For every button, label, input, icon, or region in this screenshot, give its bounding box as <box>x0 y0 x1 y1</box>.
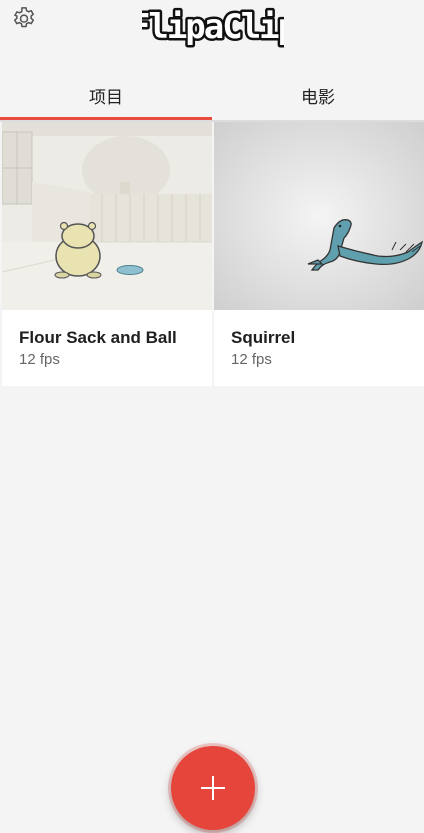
settings-button[interactable] <box>8 4 40 34</box>
plus-icon <box>201 776 225 800</box>
project-grid: Flour Sack and Ball 12 fps Squirrel 12 f… <box>2 122 424 386</box>
app-screen: FlipaClip 项目 电影 <box>0 0 424 833</box>
tab-movies[interactable]: 电影 <box>212 68 424 122</box>
project-thumbnail <box>214 122 424 310</box>
project-card[interactable]: Squirrel 12 fps <box>214 122 424 386</box>
svg-text:FlipaClip: FlipaClip <box>142 7 284 47</box>
flipaclip-logo: FlipaClip <box>142 5 284 50</box>
gear-icon <box>13 7 35 28</box>
project-fps: 12 fps <box>19 351 60 368</box>
project-title: Squirrel <box>231 328 296 347</box>
tab-projects-label: 项目 <box>89 87 123 108</box>
project-title: Flour Sack and Ball <box>19 328 177 347</box>
project-fps: 12 fps <box>231 351 272 368</box>
tab-projects[interactable]: 项目 <box>0 68 212 122</box>
project-card[interactable]: Flour Sack and Ball 12 fps <box>2 122 212 386</box>
project-thumbnail <box>2 122 212 310</box>
tab-bar: 项目 电影 <box>0 68 424 122</box>
tab-movies-label: 电影 <box>301 87 335 108</box>
app-header: FlipaClip <box>0 0 424 68</box>
add-project-button[interactable] <box>171 746 255 830</box>
